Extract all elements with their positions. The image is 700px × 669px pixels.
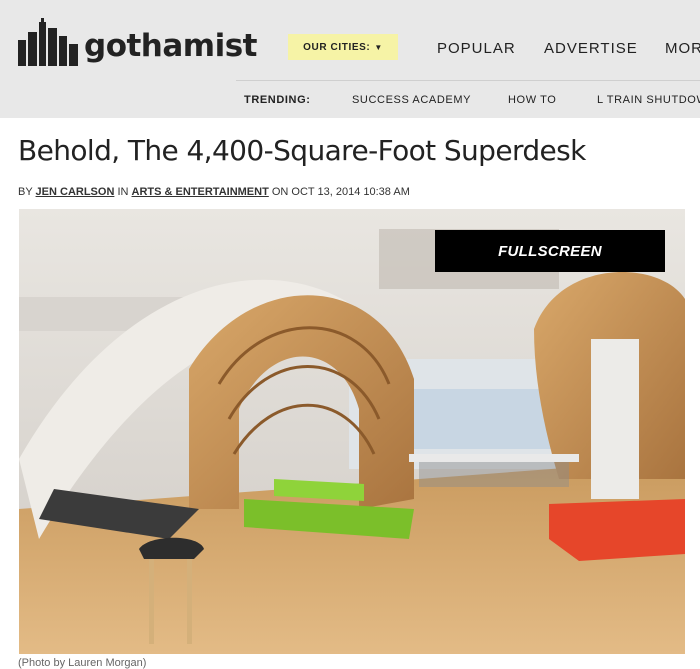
our-cities-label: OUR CITIES: [303,41,371,53]
caret-down-icon: ▼ [374,42,383,52]
trending-label: TRENDING: [244,94,311,106]
logo-text: gothamist [84,28,258,64]
trending-item-success-academy[interactable]: SUCCESS ACADEMY [352,94,471,106]
fullscreen-button[interactable]: FULLSCREEN [435,230,665,272]
byline-by: BY [18,186,33,198]
trending-item-l-train[interactable]: L TRAIN SHUTDOWN [597,94,700,106]
article-title: Behold, The 4,400-Square-Foot Superdesk [18,134,586,167]
byline-date: ON OCT 13, 2014 10:38 AM [271,186,410,198]
site-header: gothamist OUR CITIES: ▼ POPULAR ADVERTIS… [0,0,700,118]
skyline-logo-icon [18,18,78,66]
article-photo[interactable]: FULLSCREEN [19,209,685,654]
header-divider [236,80,700,81]
our-cities-dropdown[interactable]: OUR CITIES: ▼ [288,34,398,60]
nav-advertise[interactable]: ADVERTISE [544,40,638,57]
author-link[interactable]: JEN CARLSON [36,186,115,198]
site-logo[interactable]: gothamist [18,10,258,66]
office-photo-image [19,209,685,654]
article-byline: BY JEN CARLSON IN ARTS & ENTERTAINMENT O… [18,186,410,198]
byline-in: IN [117,186,129,198]
trending-bar: TRENDING: SUCCESS ACADEMY HOW TO L TRAIN… [0,94,700,110]
photo-caption: (Photo by Lauren Morgan) [18,657,147,669]
nav-popular[interactable]: POPULAR [437,40,516,57]
category-link[interactable]: ARTS & ENTERTAINMENT [132,186,269,198]
nav-more[interactable]: MORE [665,40,700,57]
trending-item-how-to[interactable]: HOW TO [508,94,556,106]
